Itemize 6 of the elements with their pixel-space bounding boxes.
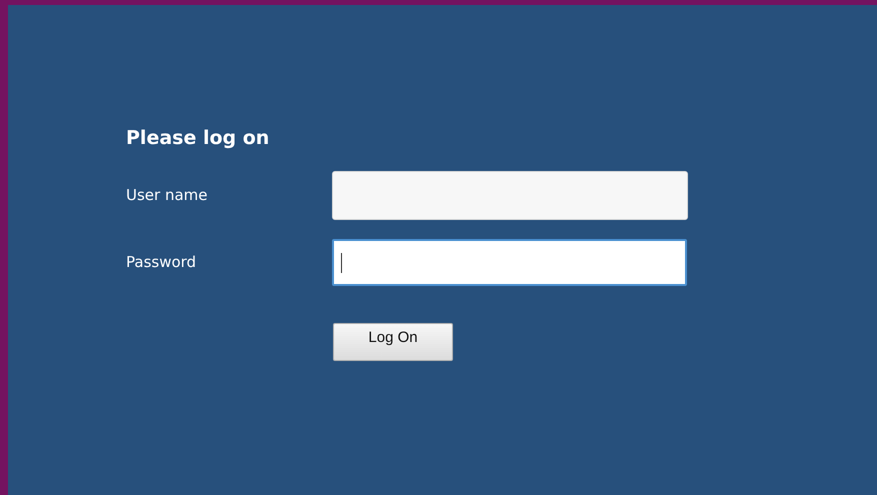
field-label: Password bbox=[126, 252, 198, 274]
page-heading: Please log on bbox=[126, 126, 270, 151]
text-cursor bbox=[341, 252, 342, 272]
log-on-button[interactable]: Log On bbox=[333, 323, 453, 361]
input-field[interactable] bbox=[332, 239, 687, 286]
field-label: User name bbox=[126, 185, 208, 206]
